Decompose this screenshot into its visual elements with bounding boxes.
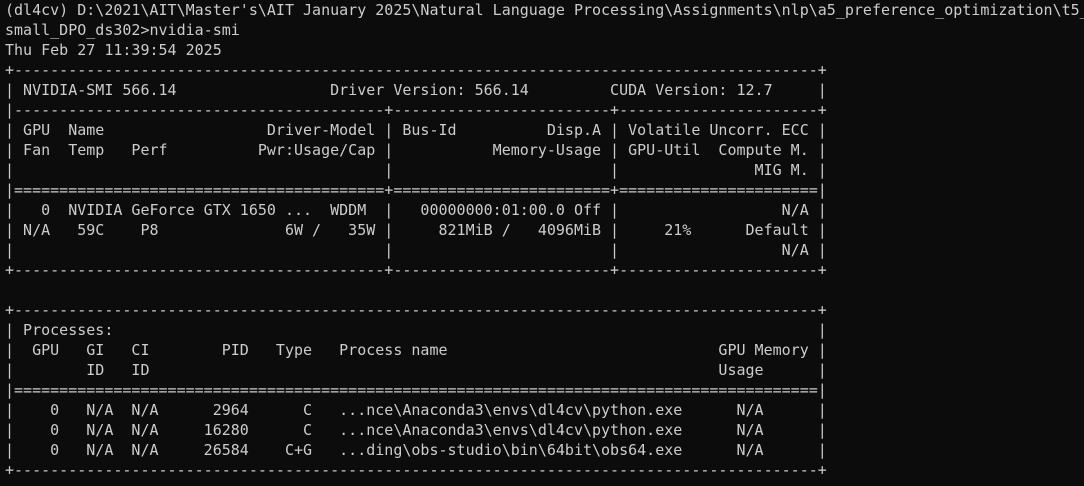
output-line: | GPU Name Driver-Model | Bus-Id Disp.A … — [5, 121, 827, 139]
output-line: +---------------------------------------… — [5, 261, 827, 279]
terminal-window[interactable]: (dl4cv) D:\2021\AIT\Master's\AIT January… — [0, 0, 1084, 486]
output-line: |=======================================… — [5, 181, 827, 199]
output-line: +---------------------------------------… — [5, 61, 827, 79]
output-line: |=======================================… — [5, 381, 827, 399]
output-line: | | | MIG M. | — [5, 161, 827, 179]
output-line: | GPU GI CI PID Type Process name GPU Me… — [5, 341, 827, 359]
output-line: | 0 N/A N/A 26584 C+G ...ding\obs-studio… — [5, 441, 827, 459]
output-line: | 0 N/A N/A 16280 C ...nce\Anaconda3\env… — [5, 421, 827, 439]
output-line: +---------------------------------------… — [5, 461, 827, 479]
command-prompt-input: small_DPO_ds302>nvidia-smi — [5, 21, 240, 39]
timestamp: Thu Feb 27 11:39:54 2025 — [5, 41, 222, 59]
output-line: | ID ID Usage | — [5, 361, 827, 379]
output-line: |---------------------------------------… — [5, 101, 827, 119]
output-line: | NVIDIA-SMI 566.14 Driver Version: 566.… — [5, 81, 827, 99]
output-line: | | | N/A | — [5, 241, 827, 259]
output-line: +---------------------------------------… — [5, 301, 827, 319]
output-line: | N/A 59C P8 6W / 35W | 821MiB / 4096MiB… — [5, 221, 827, 239]
command-prompt-path: (dl4cv) D:\2021\AIT\Master's\AIT January… — [5, 1, 1084, 19]
output-line: | 0 N/A N/A 2964 C ...nce\Anaconda3\envs… — [5, 401, 827, 419]
output-line: | Fan Temp Perf Pwr:Usage/Cap | Memory-U… — [5, 141, 827, 159]
output-line: | 0 NVIDIA GeForce GTX 1650 ... WDDM | 0… — [5, 201, 827, 219]
nvidia-smi-output: +---------------------------------------… — [5, 60, 1084, 480]
output-line: | Processes: | — [5, 321, 827, 339]
